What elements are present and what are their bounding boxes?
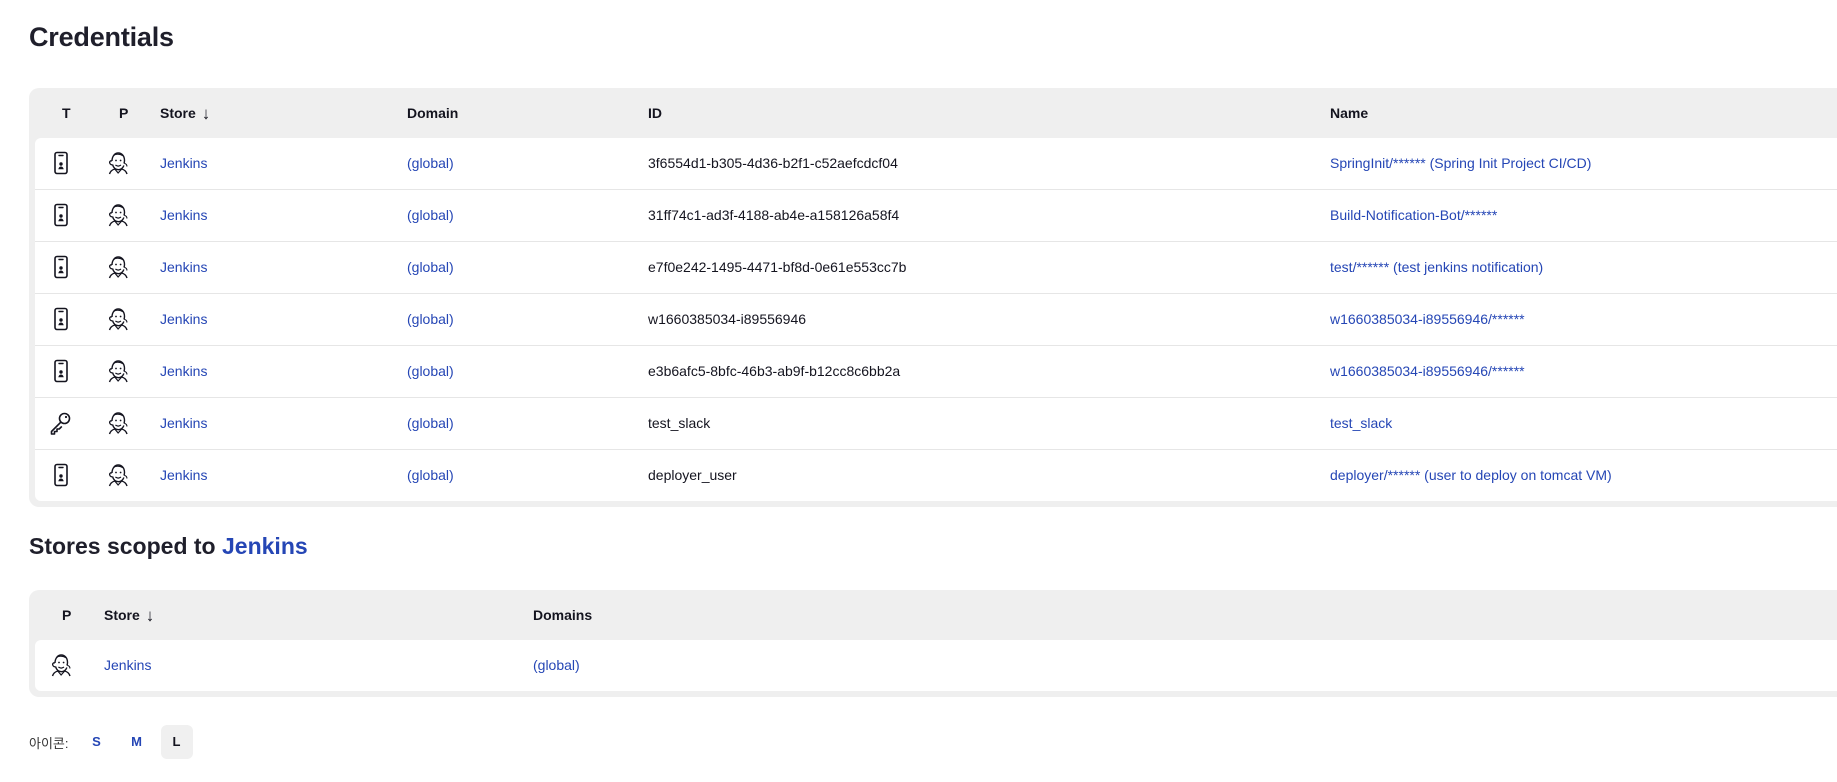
- credentials-table-body: Jenkins (global) 3f6554d1-b305-4d36-b2f1-c…: [35, 138, 1837, 501]
- domain-link[interactable]: (global): [407, 190, 454, 241]
- stores-table-body: Jenkins (global): [35, 640, 1837, 691]
- mobile-credential-icon: [48, 202, 74, 228]
- table-row: Jenkins (global) e3b6afc5-8bfc-46b3-ab9f-b…: [35, 346, 1837, 398]
- icon-size-l-button[interactable]: L: [160, 725, 193, 759]
- store-link[interactable]: Jenkins: [104, 640, 151, 691]
- credential-id: 3f6554d1-b305-4d36-b2f1-c52aefcdcf04: [648, 155, 898, 171]
- store-link[interactable]: Jenkins: [160, 450, 207, 501]
- column-header-name[interactable]: Name: [1330, 88, 1368, 138]
- store-link[interactable]: Jenkins: [160, 398, 207, 449]
- domain-link[interactable]: (global): [407, 450, 454, 501]
- table-row: Jenkins (global) test_slack test_slack: [35, 398, 1837, 450]
- credential-name-link[interactable]: w1660385034-i89556946/******: [1330, 346, 1525, 397]
- jenkins-icon: [105, 462, 131, 488]
- mobile-credential-icon: [48, 254, 74, 280]
- mobile-credential-icon: [48, 358, 74, 384]
- credential-name-link[interactable]: w1660385034-i89556946/******: [1330, 294, 1525, 345]
- icon-size-label: 아이콘:: [29, 735, 69, 751]
- jenkins-icon: [105, 358, 131, 384]
- domain-link[interactable]: (global): [407, 242, 454, 293]
- jenkins-icon: [105, 254, 131, 280]
- column-header-provider[interactable]: P: [119, 88, 128, 138]
- stores-column-header-store[interactable]: Store ↓: [104, 590, 154, 640]
- column-header-type[interactable]: T: [62, 88, 71, 138]
- table-row: Jenkins (global) 3f6554d1-b305-4d36-b2f1-c…: [35, 138, 1837, 190]
- mobile-credential-icon: [48, 150, 74, 176]
- page-title: Credentials: [29, 22, 174, 52]
- store-link[interactable]: Jenkins: [160, 242, 207, 293]
- store-link[interactable]: Jenkins: [160, 190, 207, 241]
- credential-name-link[interactable]: test_slack: [1330, 398, 1392, 449]
- credential-name-link[interactable]: SpringInit/****** (Spring Init Project C…: [1330, 138, 1591, 189]
- credential-name-link[interactable]: deployer/****** (user to deploy on tomca…: [1330, 450, 1612, 501]
- column-header-id[interactable]: ID: [648, 88, 662, 138]
- sort-down-icon: ↓: [145, 606, 155, 625]
- domain-link[interactable]: (global): [407, 346, 454, 397]
- table-row: Jenkins (global): [35, 640, 1837, 691]
- stores-table: P Store ↓ Domains Jenkins (global): [29, 590, 1837, 697]
- stores-section-title: Stores scoped to Jenkins: [29, 533, 308, 560]
- credential-id: e7f0e242-1495-4471-bf8d-0e61e553cc7b: [648, 259, 907, 275]
- domains-link[interactable]: (global): [533, 640, 580, 691]
- icon-size-selector: 아이콘: S M L: [29, 725, 193, 759]
- table-row: Jenkins (global) w1660385034-i89556946 w166…: [35, 294, 1837, 346]
- domain-link[interactable]: (global): [407, 138, 454, 189]
- store-link[interactable]: Jenkins: [160, 294, 207, 345]
- credential-id: w1660385034-i89556946: [648, 311, 807, 327]
- key-icon: [48, 410, 74, 436]
- stores-column-header-store-label: Store: [104, 607, 140, 623]
- stores-column-header-domains[interactable]: Domains: [533, 590, 592, 640]
- credential-name-link[interactable]: Build-Notification-Bot/******: [1330, 190, 1497, 241]
- domain-link[interactable]: (global): [407, 398, 454, 449]
- sort-down-icon: ↓: [201, 104, 211, 123]
- jenkins-icon: [105, 202, 131, 228]
- credentials-table-header: T P Store ↓ Domain ID Name: [35, 88, 1837, 138]
- stores-table-header: P Store ↓ Domains: [35, 590, 1837, 640]
- jenkins-icon: [105, 410, 131, 436]
- mobile-credential-icon: [48, 462, 74, 488]
- credential-id: test_slack: [648, 415, 711, 431]
- jenkins-icon: [105, 306, 131, 332]
- credential-name-link[interactable]: test/****** (test jenkins notification): [1330, 242, 1543, 293]
- table-row: Jenkins (global) e7f0e242-1495-4471-bf8d-0…: [35, 242, 1837, 294]
- jenkins-icon: [105, 150, 131, 176]
- credential-id: deployer_user: [648, 467, 737, 483]
- table-row: Jenkins (global) 31ff74c1-ad3f-4188-ab4e-a…: [35, 190, 1837, 242]
- column-header-domain[interactable]: Domain: [407, 88, 458, 138]
- stores-column-header-provider[interactable]: P: [62, 590, 71, 640]
- stores-title-jenkins-link[interactable]: Jenkins: [222, 533, 308, 559]
- credential-id: 31ff74c1-ad3f-4188-ab4e-a158126a58f4: [648, 207, 900, 223]
- icon-size-m-button[interactable]: M: [121, 725, 153, 759]
- mobile-credential-icon: [48, 306, 74, 332]
- column-header-store[interactable]: Store ↓: [160, 88, 210, 138]
- jenkins-icon: [48, 652, 74, 678]
- column-header-store-label: Store: [160, 105, 196, 121]
- table-row: Jenkins (global) deployer_user deployer/***…: [35, 450, 1837, 501]
- domain-link[interactable]: (global): [407, 294, 454, 345]
- icon-size-s-button[interactable]: S: [81, 725, 113, 759]
- store-link[interactable]: Jenkins: [160, 346, 207, 397]
- store-link[interactable]: Jenkins: [160, 138, 207, 189]
- credentials-table: T P Store ↓ Domain ID Name Jenkins (global…: [29, 88, 1837, 507]
- credential-id: e3b6afc5-8bfc-46b3-ab9f-b12cc8c6bb2a: [648, 363, 901, 379]
- stores-title-prefix: Stores scoped to: [29, 533, 216, 559]
